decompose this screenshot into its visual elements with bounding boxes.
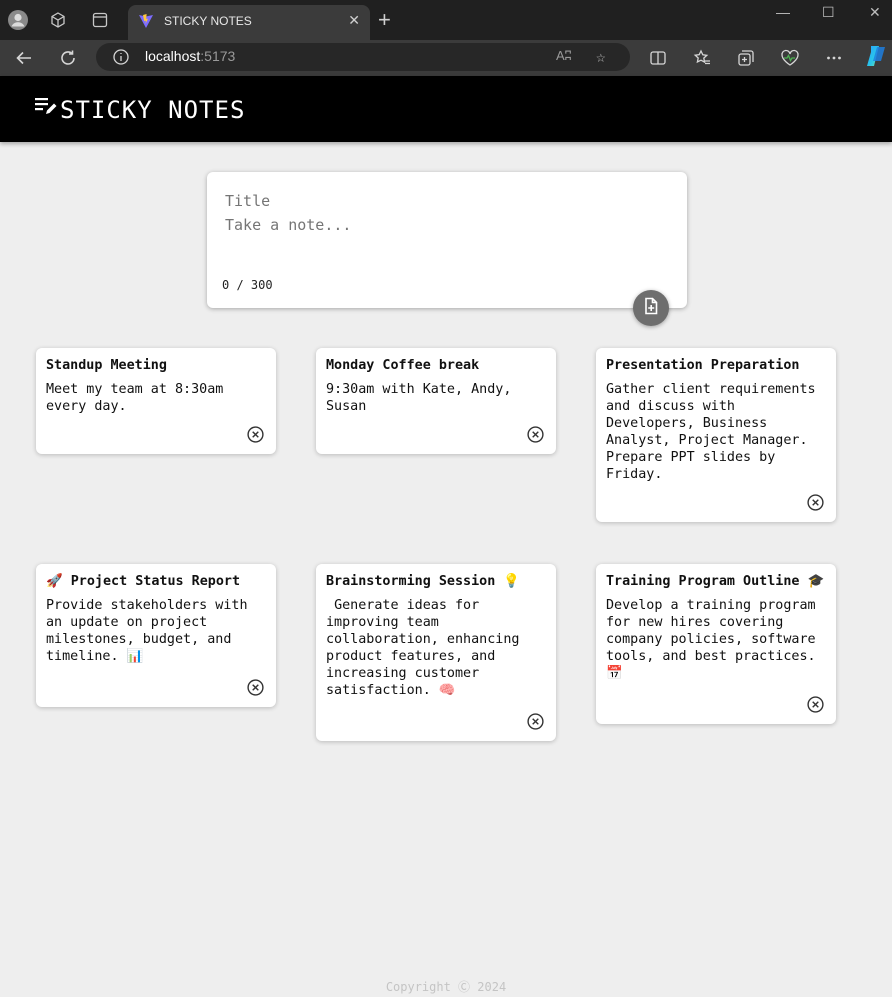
note-title: Training Program Outline 🎓 <box>606 574 825 589</box>
active-tab[interactable]: STICKY NOTES ✕ <box>128 5 370 40</box>
address-bar[interactable]: localhost:5173 Aʭ ☆ <box>96 43 630 71</box>
minimize-icon[interactable]: — <box>776 4 790 20</box>
edit-note-icon <box>34 96 58 122</box>
note-card: Brainstorming Session 💡 Generate ideas f… <box>316 564 556 741</box>
delete-note-button[interactable] <box>807 696 824 713</box>
note-body: Generate ideas for improving team collab… <box>326 598 520 698</box>
note-title: 🚀 Project Status Report <box>46 574 241 589</box>
note-title: Presentation Preparation <box>606 358 800 373</box>
note-card: Presentation Preparation Gather client r… <box>596 348 836 522</box>
delete-note-button[interactable] <box>527 713 544 730</box>
note-body: Gather client requirements and discuss w… <box>606 382 816 482</box>
note-card: 🚀 Project Status Report Provide stakehol… <box>36 564 276 707</box>
collections-icon[interactable] <box>734 46 758 70</box>
note-title: Standup Meeting <box>46 358 167 373</box>
read-aloud-icon[interactable]: Aʭ <box>556 48 572 63</box>
vite-favicon-icon <box>138 13 154 33</box>
close-circle-icon <box>247 426 264 443</box>
note-composer: 0 / 300 <box>207 172 687 308</box>
footer-copyright: Copyright Ⓒ 2024 <box>385 980 507 994</box>
note-body: Provide stakeholders with an update on p… <box>46 598 248 664</box>
note-body: Develop a training program for new hires… <box>606 598 816 681</box>
browser-chrome: STICKY NOTES ✕ + — ☐ ✕ localhost:5173 Aʭ… <box>0 0 892 76</box>
workspaces-icon[interactable] <box>46 8 70 32</box>
note-body-input[interactable] <box>223 214 667 268</box>
note-body: 9:30am with Kate, Andy, Susan <box>326 382 512 414</box>
add-note-button[interactable] <box>633 290 669 326</box>
delete-note-button[interactable] <box>247 426 264 443</box>
copilot-icon[interactable] <box>864 44 888 68</box>
profile-icon[interactable] <box>6 8 30 32</box>
character-counter: 0 / 300 <box>222 278 273 292</box>
note-card: Training Program Outline 🎓 Develop a tra… <box>596 564 836 724</box>
delete-note-button[interactable] <box>247 679 264 696</box>
note-card: Monday Coffee break 9:30am with Kate, An… <box>316 348 556 454</box>
close-circle-icon <box>527 713 544 730</box>
tab-close-icon[interactable]: ✕ <box>348 13 360 27</box>
back-icon[interactable] <box>12 46 36 70</box>
note-add-icon <box>642 297 660 319</box>
note-title: Brainstorming Session 💡 <box>326 574 521 589</box>
url-text[interactable]: localhost:5173 <box>145 48 235 64</box>
maximize-icon[interactable]: ☐ <box>822 4 835 21</box>
note-title: Monday Coffee break <box>326 358 480 373</box>
app-title: STICKY NOTES <box>60 96 246 124</box>
split-screen-icon[interactable] <box>646 46 670 70</box>
title-input[interactable] <box>223 188 667 214</box>
close-circle-icon <box>807 494 824 511</box>
close-circle-icon <box>807 696 824 713</box>
delete-note-button[interactable] <box>807 494 824 511</box>
new-tab-icon[interactable]: + <box>378 9 391 31</box>
app-header: STICKY NOTES <box>0 76 892 142</box>
close-circle-icon <box>527 426 544 443</box>
close-window-icon[interactable]: ✕ <box>869 4 881 21</box>
note-body: Meet my team at 8:30am every day. <box>46 382 224 414</box>
favorites-icon[interactable] <box>690 46 714 70</box>
note-card: Standup Meeting Meet my team at 8:30am e… <box>36 348 276 454</box>
favorite-star-icon[interactable]: ☆ <box>596 47 606 66</box>
site-info-icon[interactable] <box>112 48 130 70</box>
delete-note-button[interactable] <box>527 426 544 443</box>
tab-title: STICKY NOTES <box>164 14 252 28</box>
refresh-icon[interactable] <box>56 46 80 70</box>
tab-actions-icon[interactable] <box>88 8 112 32</box>
tab-strip: STICKY NOTES ✕ + — ☐ ✕ <box>0 0 892 40</box>
more-menu-icon[interactable] <box>822 46 846 70</box>
browser-essentials-icon[interactable] <box>778 46 802 70</box>
close-circle-icon <box>247 679 264 696</box>
